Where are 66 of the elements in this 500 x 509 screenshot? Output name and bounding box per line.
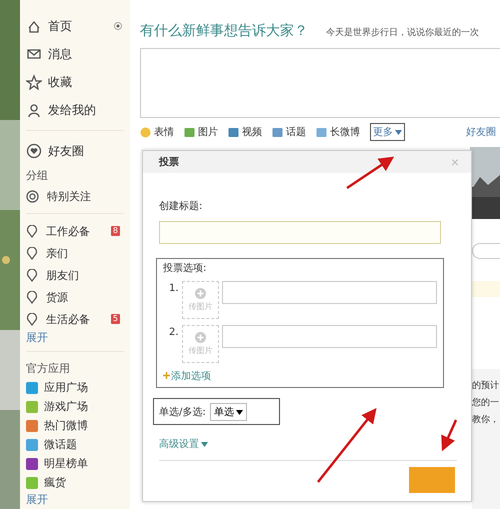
nav-item[interactable]: 发给我的	[26, 96, 124, 124]
app-item[interactable]: 瘋货	[26, 473, 124, 492]
field-label: 投票选项:	[163, 262, 208, 275]
plus-icon	[163, 372, 170, 379]
option-input[interactable]	[222, 325, 437, 348]
caret-icon	[395, 130, 402, 135]
text-fragment: 的预计	[472, 380, 500, 392]
caret-icon	[236, 410, 243, 414]
arrow	[346, 156, 394, 190]
toolbar-button[interactable]: 表情	[140, 125, 174, 139]
nav-item[interactable]: 消息	[26, 40, 124, 68]
nav-item[interactable]: 收藏	[26, 68, 124, 96]
submit-button[interactable]	[409, 467, 455, 493]
toolbar-button[interactable]: 视频	[228, 125, 262, 139]
more-button[interactable]: 更多	[370, 123, 405, 141]
field-label: 单选/多选:	[159, 406, 206, 418]
section-heading: 官方应用	[26, 360, 71, 376]
plus-icon	[195, 332, 206, 343]
group-item[interactable]: 工作必备 8	[26, 220, 124, 242]
star-icon	[26, 74, 42, 90]
option-number: 2.	[169, 326, 179, 338]
pin-icon	[26, 246, 38, 260]
arrow	[441, 419, 458, 452]
plus-icon	[195, 288, 206, 299]
app-item[interactable]: 微话题	[26, 435, 124, 454]
person-icon	[26, 102, 42, 118]
toolbar-button[interactable]: 图片	[184, 125, 218, 139]
dialog-title: 投票	[159, 156, 179, 169]
post-input[interactable]	[140, 48, 500, 118]
add-option-link[interactable]: 添加选项	[163, 369, 211, 383]
field-label: 创建标题:	[158, 200, 204, 213]
notice-bar	[472, 281, 500, 297]
option-number: 1.	[169, 282, 179, 294]
composer-heading: 有什么新鲜事想告诉大家？	[140, 22, 308, 40]
pin-icon	[26, 290, 38, 304]
hint-text: 今天是世界步行日，说说你最近的一次	[326, 26, 479, 39]
group-item[interactable]: 货源	[26, 286, 124, 308]
app-item[interactable]: 应用广场	[26, 378, 124, 397]
nav-item[interactable]: 好友圈	[26, 137, 124, 165]
nav-item[interactable]: 首页	[26, 12, 124, 40]
title-input[interactable]	[159, 221, 441, 244]
app-item[interactable]: 游戏广场	[26, 397, 124, 416]
caret-icon	[201, 442, 208, 447]
count-badge: 5	[110, 314, 120, 324]
option-input[interactable]	[222, 281, 437, 304]
section-heading: 分组	[26, 168, 49, 184]
text-fragment: 教你，	[472, 414, 500, 426]
text-fragment: 您的一	[472, 396, 500, 409]
target-icon	[26, 190, 39, 202]
advanced-link[interactable]: 高级设置	[159, 437, 208, 451]
app-item[interactable]: 热门微博	[26, 416, 124, 435]
group-item[interactable]: 生活必备 5	[26, 308, 124, 330]
toolbar-button[interactable]: 话题	[272, 125, 306, 139]
group-item[interactable]: 特别关注	[26, 185, 124, 207]
audience-link[interactable]: 好友圈	[466, 125, 496, 139]
count-badge: 8	[110, 226, 120, 236]
pin-icon	[26, 268, 38, 282]
toolbar-button[interactable]: 长微博	[316, 125, 360, 139]
expand-link[interactable]: 展开	[26, 330, 124, 345]
pin-icon	[26, 312, 38, 326]
mode-select[interactable]: 单选	[210, 402, 247, 420]
pin-icon	[26, 224, 38, 238]
group-item[interactable]: 亲们	[26, 242, 124, 264]
group-item[interactable]: 朋友们	[26, 264, 124, 286]
app-item[interactable]: 明星榜单	[26, 454, 124, 473]
expand-link[interactable]: 展开	[26, 492, 124, 507]
